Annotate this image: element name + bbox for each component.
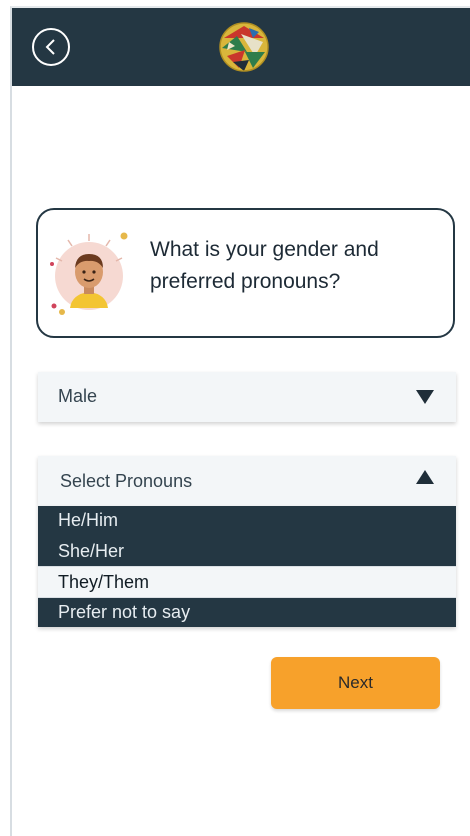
- back-button[interactable]: [32, 28, 70, 66]
- triangle-down-icon: [416, 390, 434, 404]
- question-card: What is your gender and preferred pronou…: [36, 208, 455, 338]
- person-avatar-icon: [50, 232, 128, 315]
- triangle-up-icon: [416, 470, 434, 484]
- chevron-left-icon: [45, 39, 55, 55]
- pronouns-select-placeholder: Select Pronouns: [60, 471, 193, 491]
- pronouns-select[interactable]: Select Pronouns: [38, 456, 456, 506]
- question-text: What is your gender and preferred pronou…: [150, 238, 379, 293]
- gender-select[interactable]: Male: [38, 372, 456, 422]
- globe-logo-icon: [219, 22, 269, 72]
- next-button[interactable]: Next: [271, 657, 440, 709]
- pronoun-option-they-them[interactable]: They/Them: [38, 566, 456, 598]
- pronoun-option-he-him[interactable]: He/Him: [38, 506, 456, 536]
- gender-select-value: Male: [58, 386, 98, 406]
- top-bar: [12, 8, 470, 86]
- pronouns-dropdown-list: He/Him She/Her They/Them Prefer not to s…: [38, 506, 456, 627]
- pronoun-option-she-her[interactable]: She/Her: [38, 536, 456, 566]
- pronoun-option-prefer-not-to-say[interactable]: Prefer not to say: [38, 598, 456, 627]
